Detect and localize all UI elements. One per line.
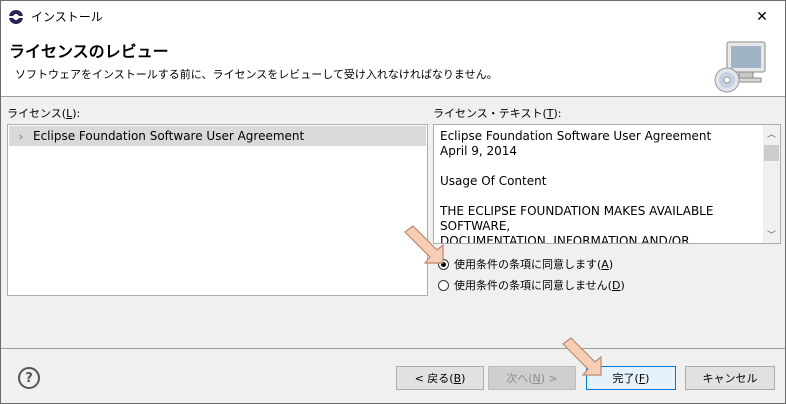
title-bar: インストール ✕: [1, 1, 785, 32]
window-title: インストール: [31, 10, 103, 24]
scroll-down-icon[interactable]: ﹀: [763, 226, 780, 243]
eclipse-logo-icon: [9, 9, 23, 24]
license-text-label: ライセンス・テキスト(T):: [433, 107, 562, 120]
decline-radio-option[interactable]: 使用条件の条項に同意しません(D): [438, 277, 625, 293]
list-item[interactable]: › Eclipse Foundation Software User Agree…: [9, 126, 426, 146]
footer-separator: [1, 348, 785, 349]
license-name: Eclipse Foundation Software User Agreeme…: [33, 129, 305, 143]
scroll-up-icon[interactable]: ︿: [763, 125, 780, 142]
license-text-area[interactable]: Eclipse Foundation Software User Agreeme…: [433, 124, 781, 244]
install-dialog: インストール ✕ ライセンスのレビュー ソフトウェアをインストールする前に、ライ…: [0, 0, 786, 404]
decline-label: 使用条件の条項に同意しません(D): [454, 279, 625, 292]
wizard-banner: ライセンスのレビュー ソフトウェアをインストールする前に、ライセンスをレビューし…: [1, 32, 785, 97]
page-description: ソフトウェアをインストールする前に、ライセンスをレビューして受け入れなければなり…: [15, 68, 498, 81]
pointer-arrow-icon: [562, 337, 602, 376]
page-title: ライセンスのレビュー: [9, 42, 169, 61]
accept-label: 使用条件の条項に同意します(A): [454, 258, 614, 271]
cancel-button[interactable]: キャンセル: [685, 366, 775, 390]
decline-radio[interactable]: [438, 279, 449, 291]
licenses-label: ライセンス(L):: [7, 107, 81, 120]
chevron-right-icon[interactable]: ›: [9, 130, 33, 143]
install-monitor-cd-icon: [714, 41, 766, 93]
scrollbar-thumb[interactable]: [764, 145, 779, 161]
close-button[interactable]: ✕: [739, 1, 785, 32]
help-button[interactable]: ?: [18, 367, 40, 389]
vertical-scrollbar[interactable]: ︿ ﹀: [763, 125, 780, 243]
pointer-arrow-icon: [404, 225, 444, 264]
accept-radio-option[interactable]: 使用条件の条項に同意します(A): [438, 256, 613, 272]
license-text-content: Eclipse Foundation Software User Agreeme…: [440, 129, 714, 244]
license-tree[interactable]: › Eclipse Foundation Software User Agree…: [7, 124, 428, 296]
back-button[interactable]: < 戻る(B): [396, 366, 484, 390]
help-icon: ?: [25, 370, 33, 386]
close-icon: ✕: [756, 8, 768, 25]
